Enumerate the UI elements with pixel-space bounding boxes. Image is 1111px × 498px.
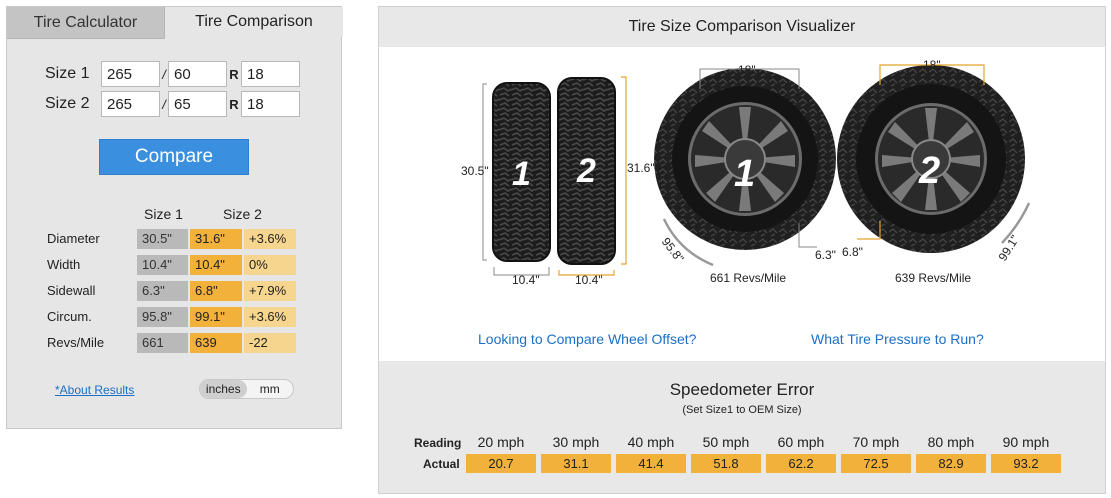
result-size1-value: 95.8" <box>137 306 188 327</box>
speedometer-reading: 20 mph <box>477 434 525 450</box>
result-size1-value: 10.4" <box>137 254 188 275</box>
size2-slash: / <box>162 96 166 112</box>
side-height-2-label: 31.6" <box>627 161 655 175</box>
result-label: Diameter <box>47 231 100 246</box>
wheel-2-number: 2 <box>919 150 941 192</box>
size2-aspect-input[interactable] <box>168 91 227 117</box>
size1-width-input[interactable] <box>101 61 160 87</box>
result-diff-value: +3.6% <box>244 306 296 327</box>
side-width-1-label: 10.4" <box>512 273 540 287</box>
size2-r-label: R <box>229 96 239 112</box>
speedometer-reading-label: Reading <box>414 436 462 450</box>
speedometer-reading: 80 mph <box>927 434 975 450</box>
wheel-1-number: 1 <box>734 153 756 195</box>
result-row-revs-per-mile: Revs/Mile 661 639 -22 <box>47 332 298 353</box>
tab-tire-comparison[interactable]: Tire Comparison <box>165 7 343 37</box>
wheel-1-sidewall-label: 6.3" <box>815 248 836 262</box>
speedometer-actual: 20.7 <box>466 454 536 473</box>
results-header-size1: Size 1 <box>144 206 183 222</box>
speedometer-actual: 51.8 <box>691 454 761 473</box>
unit-inches-option[interactable]: inches <box>200 380 247 398</box>
result-diff-value: +3.6% <box>244 228 296 249</box>
result-diff-value: -22 <box>244 332 296 353</box>
speedometer-actual: 72.5 <box>841 454 911 473</box>
result-size2-value: 99.1" <box>190 306 242 327</box>
speedometer-actual: 93.2 <box>991 454 1061 473</box>
side-tire-2-number: 2 <box>577 152 596 190</box>
size2-width-input[interactable] <box>101 91 160 117</box>
size1-label: Size 1 <box>45 65 90 82</box>
tab-tire-calculator[interactable]: Tire Calculator <box>7 7 165 39</box>
result-size2-value: 10.4" <box>190 254 242 275</box>
size1-r-label: R <box>229 66 239 82</box>
speedometer-actual-label: Actual <box>423 457 460 471</box>
size1-aspect-input[interactable] <box>168 61 227 87</box>
tire-visualizer-panel: Tire Size Comparison Visualizer 1 2 1 2 … <box>378 6 1106 494</box>
compare-wheel-offset-link[interactable]: Looking to Compare Wheel Offset? <box>478 331 696 347</box>
size2-row: Size 2 / R <box>45 91 300 117</box>
size2-label: Size 2 <box>45 95 90 112</box>
results-header-size2: Size 2 <box>223 206 262 222</box>
size2-rim-input[interactable] <box>241 91 300 117</box>
speedometer-actual: 62.2 <box>766 454 836 473</box>
wheel-2-revs-label: 639 Revs/Mile <box>895 271 972 285</box>
compare-button[interactable]: Compare <box>99 139 249 175</box>
side-width-2-label: 10.4" <box>575 273 603 287</box>
speedometer-actual: 41.4 <box>616 454 686 473</box>
size1-row: Size 1 / R <box>45 61 300 87</box>
result-size2-value: 6.8" <box>190 280 242 301</box>
result-label: Width <box>47 257 81 272</box>
result-label: Revs/Mile <box>47 335 105 350</box>
speedometer-reading: 90 mph <box>1002 434 1050 450</box>
speedometer-subtitle: (Set Size1 to OEM Size) <box>682 404 802 416</box>
unit-toggle: inches mm <box>199 379 294 399</box>
wheel-2-rim-label: 18" <box>923 58 941 72</box>
result-row-diameter: Diameter 30.5" 31.6" +3.6% <box>47 228 298 249</box>
result-diff-value: 0% <box>244 254 296 275</box>
result-diff-value: +7.9% <box>244 280 296 301</box>
result-size1-value: 30.5" <box>137 228 188 249</box>
result-size1-value: 661 <box>137 332 188 353</box>
result-row-sidewall: Sidewall 6.3" 6.8" +7.9% <box>47 280 298 301</box>
wheel-1-rim-label: 18" <box>738 63 756 77</box>
result-label: Sidewall <box>47 283 96 298</box>
size1-slash: / <box>162 66 166 82</box>
side-height-1-label: 30.5" <box>461 164 489 178</box>
speedometer-reading: 40 mph <box>627 434 675 450</box>
tire-calculator-panel: Tire Calculator Tire Comparison Size 1 /… <box>6 6 343 429</box>
tire-pressure-link[interactable]: What Tire Pressure to Run? <box>811 331 984 347</box>
wheel-1-revs-label: 661 Revs/Mile <box>710 271 787 285</box>
result-row-width: Width 10.4" 10.4" 0% <box>47 254 298 275</box>
result-size1-value: 6.3" <box>137 280 188 301</box>
result-label: Circum. <box>47 309 92 324</box>
wheel-2-sidewall-label: 6.8" <box>842 245 863 259</box>
speedometer-actual: 31.1 <box>541 454 611 473</box>
result-row-circumference: Circum. 95.8" 99.1" +3.6% <box>47 306 298 327</box>
speedometer-reading: 60 mph <box>777 434 825 450</box>
speedometer-reading: 50 mph <box>702 434 750 450</box>
side-tire-1-number: 1 <box>512 155 531 193</box>
result-size2-value: 639 <box>190 332 242 353</box>
unit-mm-option[interactable]: mm <box>247 380 294 398</box>
speedometer-actual: 82.9 <box>916 454 986 473</box>
speedometer-title: Speedometer Error <box>669 380 815 399</box>
speedometer-reading: 30 mph <box>552 434 600 450</box>
about-results-link[interactable]: *About Results <box>55 383 134 397</box>
speedometer-reading: 70 mph <box>852 434 900 450</box>
size1-rim-input[interactable] <box>241 61 300 87</box>
result-size2-value: 31.6" <box>190 228 242 249</box>
